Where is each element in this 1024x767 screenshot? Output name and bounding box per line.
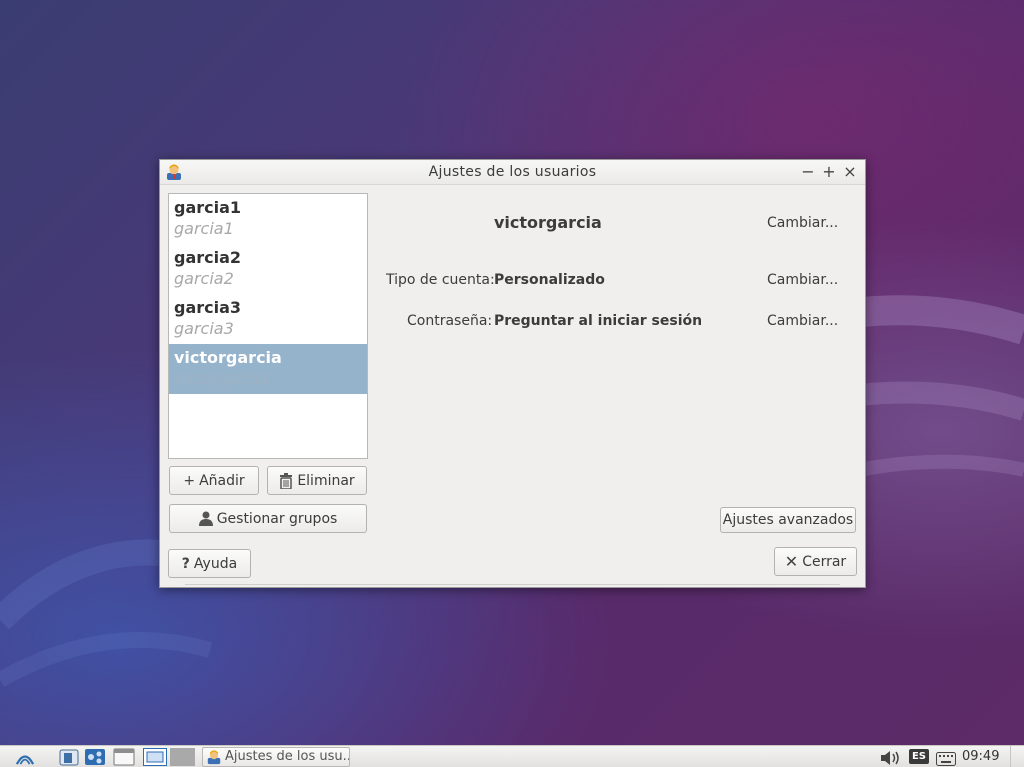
user-list[interactable]: garcia1 garcia1 garcia2 garcia2 garcia3 … <box>168 193 368 459</box>
taskbar-task-user-settings[interactable]: Ajustes de los usu... <box>202 747 350 767</box>
close-label: Cerrar <box>802 553 847 570</box>
plus-icon: + <box>183 472 196 489</box>
user-list-item-garcia1[interactable]: garcia1 garcia1 <box>169 194 367 244</box>
change-account-type-link[interactable]: Cambiar... <box>767 272 838 288</box>
change-name-link[interactable]: Cambiar... <box>767 215 838 231</box>
file-manager-icon[interactable] <box>59 748 79 766</box>
maximize-button[interactable]: + <box>820 162 838 182</box>
user-login: victorgarcia <box>174 369 269 388</box>
help-label: Ayuda <box>193 555 238 572</box>
advanced-settings-label: Ajustes avanzados <box>722 512 854 528</box>
keyboard-icon[interactable] <box>936 750 956 767</box>
add-user-button[interactable]: + Añadir <box>169 466 259 495</box>
trash-icon <box>280 472 293 489</box>
change-password-link[interactable]: Cambiar... <box>767 313 838 329</box>
minimize-button[interactable]: − <box>799 162 817 182</box>
password-value: Preguntar al iniciar sesión <box>494 313 703 329</box>
advanced-settings-button[interactable]: Ajustes avanzados <box>720 507 856 533</box>
help-icon: ? <box>181 555 190 572</box>
remove-user-button[interactable]: Eliminar <box>267 466 367 495</box>
user-login: garcia2 <box>174 269 234 288</box>
close-button[interactable]: ✕ Cerrar <box>774 547 857 576</box>
account-type-value: Personalizado <box>494 272 605 288</box>
user-name: garcia2 <box>174 248 242 267</box>
account-type-label: Tipo de cuenta: <box>386 272 495 288</box>
user-list-item-garcia2[interactable]: garcia2 garcia2 <box>169 244 367 294</box>
taskbar: Ajustes de los usu... ES 09:49 <box>0 745 1024 767</box>
user-login: garcia1 <box>174 219 234 238</box>
user-name: garcia3 <box>174 298 242 317</box>
show-desktop-divider <box>1010 746 1011 767</box>
workspace-2-icon[interactable] <box>170 748 195 766</box>
keyboard-layout-badge[interactable]: ES <box>909 749 929 764</box>
workspace-1-icon[interactable] <box>143 748 167 766</box>
user-list-item-victorgarcia[interactable]: victorgarcia victorgarcia <box>169 344 367 394</box>
remove-user-label: Eliminar <box>297 472 355 489</box>
user-name: garcia1 <box>174 198 242 217</box>
terminal-icon[interactable] <box>113 748 135 766</box>
selected-user-name: victorgarcia <box>494 213 602 232</box>
start-menu-icon[interactable] <box>14 747 36 765</box>
password-label: Contraseña: <box>407 313 493 329</box>
manage-groups-button[interactable]: Gestionar grupos <box>169 504 367 533</box>
window-titlebar[interactable]: Ajustes de los usuarios − + × <box>160 160 865 185</box>
help-button[interactable]: ? Ayuda <box>168 549 251 578</box>
close-window-button[interactable]: × <box>841 162 859 182</box>
user-list-item-garcia3[interactable]: garcia3 garcia3 <box>169 294 367 344</box>
taskbar-task-label: Ajustes de los usu... <box>225 749 350 764</box>
window-bottom-divider <box>185 584 840 585</box>
user-name: victorgarcia <box>174 348 282 367</box>
users-app-icon <box>207 750 221 765</box>
clock[interactable]: 09:49 <box>962 749 999 764</box>
person-icon <box>198 511 213 526</box>
volume-icon[interactable] <box>880 749 902 767</box>
close-icon: ✕ <box>784 552 799 571</box>
add-user-label: Añadir <box>199 472 245 489</box>
window-title: Ajustes de los usuarios <box>428 164 597 180</box>
user-login: garcia3 <box>174 319 234 338</box>
network-icon[interactable] <box>84 748 106 766</box>
user-settings-window: Ajustes de los usuarios − + × garcia1 ga… <box>159 159 866 588</box>
manage-groups-label: Gestionar grupos <box>216 510 338 527</box>
